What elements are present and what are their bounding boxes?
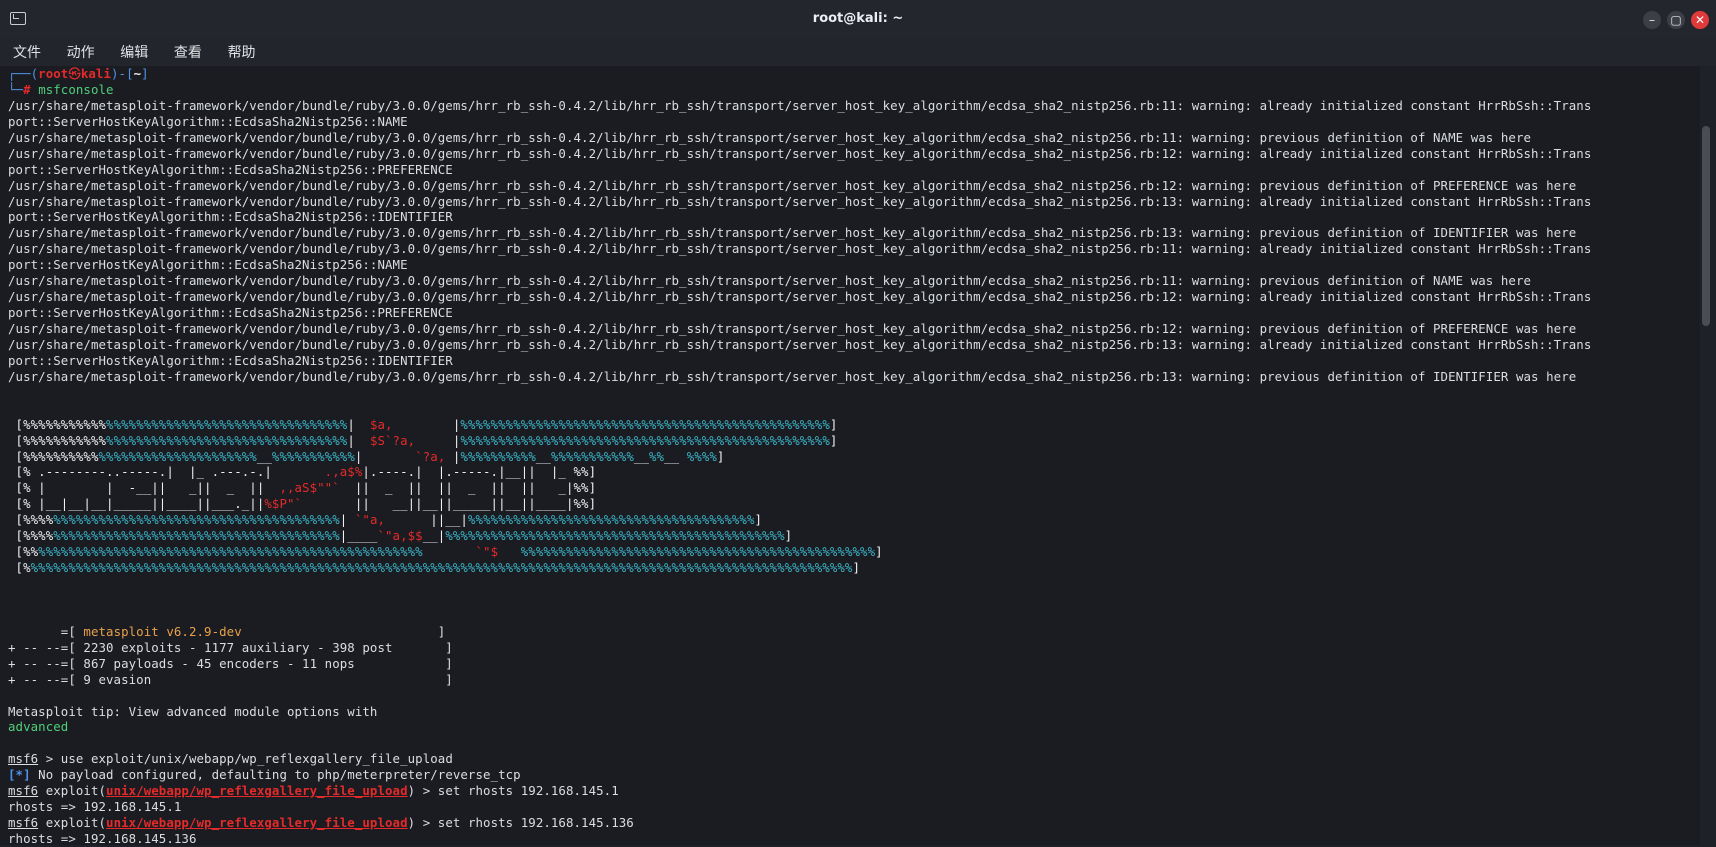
menu-help[interactable]: 帮助 [228,42,256,62]
maximize-button[interactable]: ▢ [1667,11,1685,29]
window-title: root@kali: ~ [812,11,904,26]
warning-line: /usr/share/metasploit-framework/vendor/b… [8,97,1592,113]
menu-view[interactable]: 查看 [174,42,202,62]
warning-line: port::ServerHostKeyAlgorithm::EcdsaSha2N… [8,257,408,273]
stats-payloads: + -- --=[ 867 payloads - 45 encoders - 1… [8,655,453,671]
tip-text: Metasploit tip: View advanced module opt… [8,703,378,719]
warning-line: /usr/share/metasploit-framework/vendor/b… [8,336,1592,352]
menu-file[interactable]: 文件 [13,42,41,62]
command-text: msfconsole [38,81,114,97]
tip-command: advanced [8,719,69,735]
warning-line: port::ServerHostKeyAlgorithm::EcdsaSha2N… [8,113,408,129]
warning-line: /usr/share/metasploit-framework/vendor/b… [8,368,1577,384]
minimize-button[interactable]: – [1643,11,1661,29]
ascii-banner: [%%%%%%%%%%%%%%%%%%%%%%%%%%%%%%%%%%%%%%%… [8,417,1591,576]
close-button[interactable]: ✕ [1691,11,1709,29]
warning-line: /usr/share/metasploit-framework/vendor/b… [8,225,1577,241]
banner-line: [%%%%%%%%%%%%%%%%%%%%%%%%%%%%%%%%%%%%%%%… [8,432,838,448]
window-titlebar: root@kali: ~ – ▢ ✕ [0,0,1716,39]
warning-line: /usr/share/metasploit-framework/vendor/b… [8,145,1592,161]
warning-line: port::ServerHostKeyAlgorithm::EcdsaSha2N… [8,209,453,225]
warning-line: port::ServerHostKeyAlgorithm::EcdsaSha2N… [8,161,453,177]
banner-line: [%%%%%%%%%%%%%%%%%%%%%%%%%%%%%%%%%%%%%%%… [8,544,883,560]
banner-line: [%%%%%%%%%%%%%%%%%%%%%%%%%%%%%%%%%%%%%%%… [8,560,861,576]
menu-edit[interactable]: 编辑 [120,42,148,62]
warning-block: /usr/share/metasploit-framework/vendor/b… [8,98,1591,385]
session-line-set-1: msf6 exploit(unix/webapp/wp_reflexgaller… [8,783,619,799]
scrollbar-thumb[interactable] [1702,126,1710,326]
warning-line: /usr/share/metasploit-framework/vendor/b… [8,241,1592,257]
warning-line: /usr/share/metasploit-framework/vendor/b… [8,193,1592,209]
banner-line: [%%%%%%%%%%%%%%%%%%%%%%%%%%%%%%%%%%%%%%%… [8,512,763,528]
prompt-line-1: ┌──(root㉿kali)-[~] [8,66,149,81]
session-line-info: [*] No payload configured, defaulting to… [8,767,521,783]
banner-line: [%%%%%%%%%%%%%%%%%%%%%%%%%%%%%%%__%%%%%%… [8,448,725,464]
prompt-line-2: └─# msfconsole [8,81,114,97]
menu-bar: 文件 动作 编辑 查看 帮助 [0,38,1716,66]
session-line-use: msf6 > use exploit/unix/webapp/wp_reflex… [8,751,453,767]
warning-line: /usr/share/metasploit-framework/vendor/b… [8,289,1592,305]
menu-action[interactable]: 动作 [67,42,95,62]
version-line: =[ metasploit v6.2.9-dev ] [8,623,446,639]
banner-line: [%%%%%%%%%%%%%%%%%%%%%%%%%%%%%%%%%%%%%%%… [8,528,793,544]
warning-line: /usr/share/metasploit-framework/vendor/b… [8,177,1577,193]
banner-line: [% | | -__|| _|| _ || ,,aS$""` || _ || |… [8,480,597,496]
banner-line: [% |__|__|__|_____||____||___._||%$P"` |… [8,496,597,512]
banner-line: [% .--------..-----.| |_ .---.-.| .,a$%|… [8,464,597,480]
warning-line: port::ServerHostKeyAlgorithm::EcdsaSha2N… [8,305,453,321]
warning-line: port::ServerHostKeyAlgorithm::EcdsaSha2N… [8,352,453,368]
warning-line: /usr/share/metasploit-framework/vendor/b… [8,129,1532,145]
warning-line: /usr/share/metasploit-framework/vendor/b… [8,273,1532,289]
banner-line: [%%%%%%%%%%%%%%%%%%%%%%%%%%%%%%%%%%%%%%%… [8,416,838,432]
stats-evasion: + -- --=[ 9 evasion ] [8,671,453,687]
session-line-set-2: msf6 exploit(unix/webapp/wp_reflexgaller… [8,815,634,831]
stats-exploits: + -- --=[ 2230 exploits - 1177 auxiliary… [8,639,453,655]
session-output-1: rhosts => 192.168.145.1 [8,799,182,815]
terminal-output[interactable]: ┌──(root㉿kali)-[~] └─# msfconsole /usr/s… [0,66,1710,846]
warning-line: /usr/share/metasploit-framework/vendor/b… [8,321,1577,336]
